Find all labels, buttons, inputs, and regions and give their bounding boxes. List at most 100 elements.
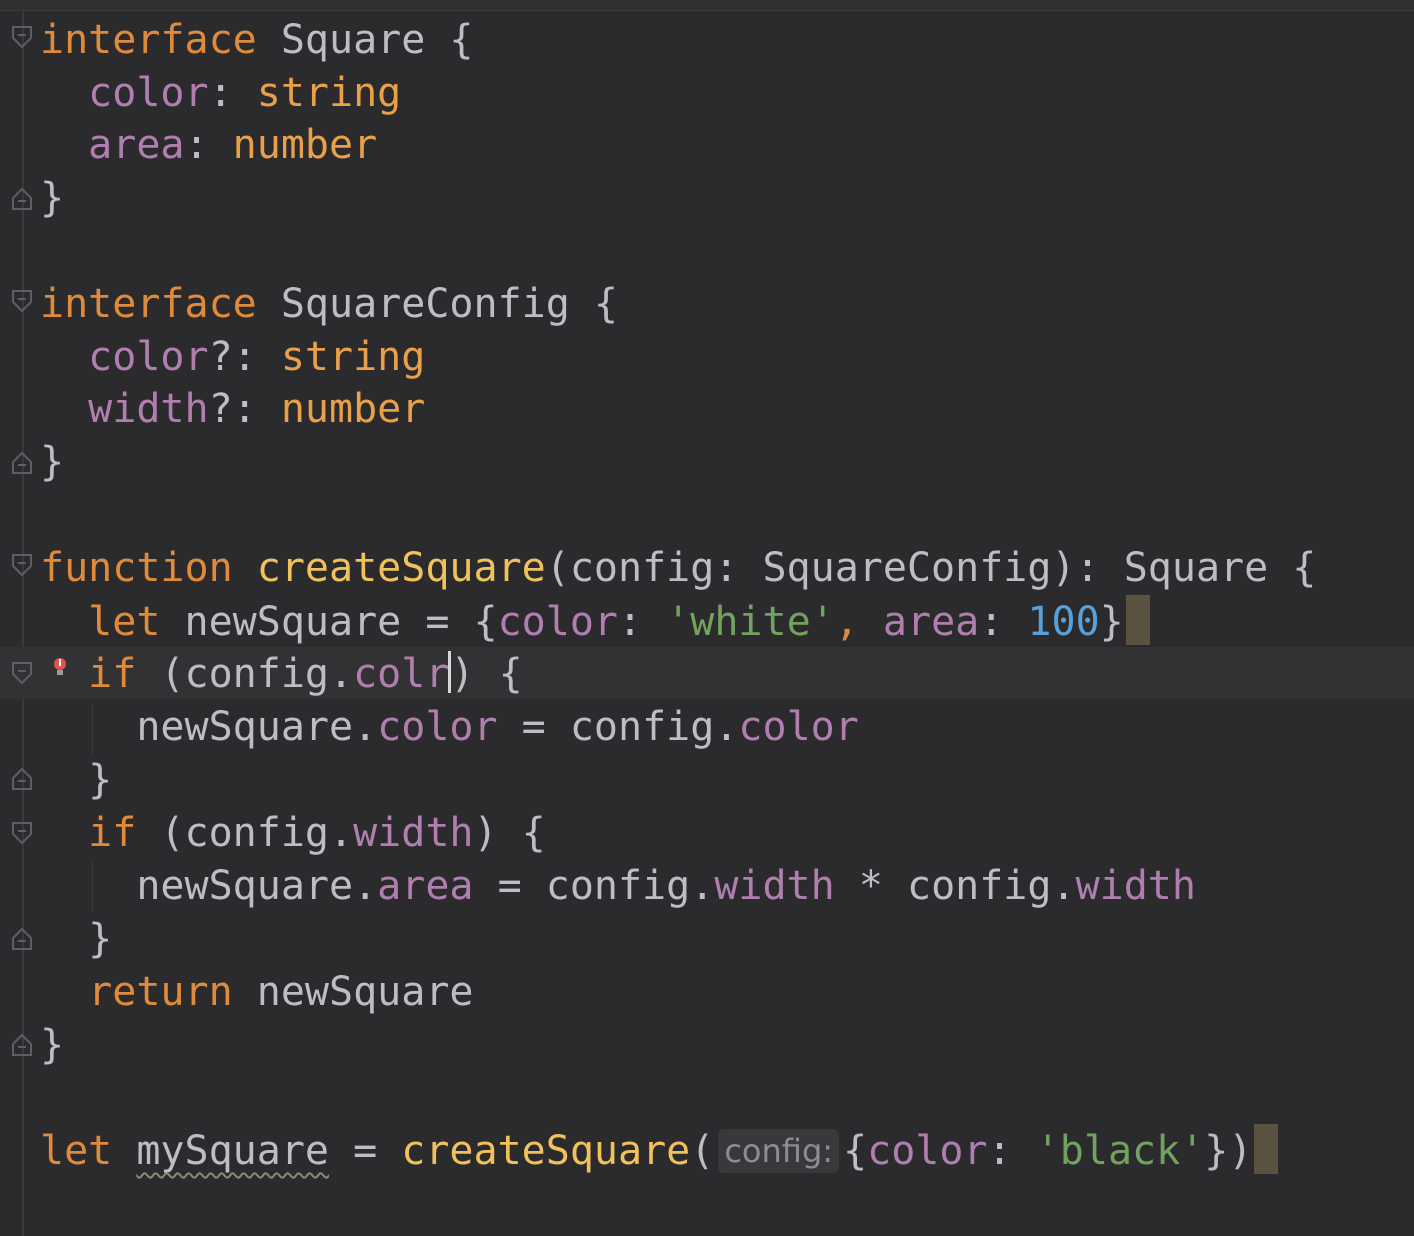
code-token: } — [40, 175, 65, 221]
code-line[interactable]: let newSquare = {color: 'white', area: 1… — [40, 595, 1150, 648]
code-token: 'white' — [666, 599, 835, 645]
code-line[interactable]: let mySquare = createSquare(config: {colo… — [40, 1124, 1279, 1177]
code-token: interface — [40, 281, 257, 327]
code-token: : — [208, 70, 257, 116]
code-token: color — [867, 1128, 988, 1174]
code-line[interactable]: } — [40, 172, 64, 225]
code-token: width — [88, 386, 209, 432]
code-token: createSquare — [256, 545, 546, 591]
code-token: } — [40, 757, 113, 803]
code-line[interactable]: if (config.width) { — [40, 807, 546, 860]
code-line[interactable]: color: string — [40, 67, 401, 120]
code-token: SquareConfig { — [256, 281, 618, 327]
code-token: area — [88, 122, 185, 168]
code-token: }) — [1204, 1128, 1253, 1174]
code-token: ) { — [473, 810, 546, 856]
code-line[interactable]: newSquare.color = config.color — [40, 701, 859, 754]
fold-icon[interactable] — [10, 660, 34, 686]
parameter-hint: config: — [718, 1129, 840, 1173]
code-token: mySquare — [136, 1128, 329, 1174]
code-line[interactable]: color?: string — [40, 331, 425, 384]
code-token: * config. — [834, 863, 1076, 909]
fold-icon[interactable] — [10, 450, 34, 476]
code-line[interactable]: } — [40, 1019, 64, 1072]
code-token: } — [1099, 599, 1124, 645]
code-token: } — [40, 916, 113, 962]
code-token: ( — [690, 1128, 715, 1174]
fold-icon[interactable] — [10, 820, 34, 846]
code-token: } — [40, 439, 65, 485]
code-token: ) { — [450, 651, 523, 697]
code-token: colr — [353, 651, 450, 697]
code-token: ?: — [208, 334, 281, 380]
code-editor[interactable]: interface Square { color: string area: n… — [0, 0, 1414, 1236]
code-line[interactable]: if (config.colr) { — [40, 648, 523, 701]
code-token: newSquare = { — [160, 599, 498, 645]
code-token: area — [377, 863, 474, 909]
code-token: if — [88, 810, 137, 856]
fold-icon[interactable] — [10, 288, 34, 314]
code-token: width — [1075, 863, 1196, 909]
code-token: interface — [40, 17, 257, 63]
fold-icon[interactable] — [10, 1032, 34, 1058]
code-token: { — [843, 1128, 868, 1174]
code-token: newSquare. — [40, 704, 378, 750]
code-token: function — [40, 545, 233, 591]
code-token: newSquare. — [40, 863, 378, 909]
code-token: color — [88, 70, 209, 116]
code-token: 100 — [1027, 599, 1100, 645]
fold-icon[interactable] — [10, 926, 34, 952]
code-token: newSquare — [232, 969, 474, 1015]
code-token: string — [256, 70, 402, 116]
code-token: = config. — [473, 863, 715, 909]
code-line[interactable]: width?: number — [40, 383, 425, 436]
code-line[interactable]: } — [40, 754, 112, 807]
code-line[interactable]: area: number — [40, 119, 377, 172]
code-token: color — [738, 704, 859, 750]
code-token: width — [353, 810, 474, 856]
fold-icon[interactable] — [10, 186, 34, 212]
code-token: ?: — [208, 386, 281, 432]
editor-top-edge — [0, 0, 1414, 11]
code-token: if — [88, 651, 137, 697]
code-token: (config: SquareConfig): Square { — [545, 545, 1317, 591]
code-line[interactable]: newSquare.area = config.width * config.w… — [40, 860, 1196, 913]
fold-icon[interactable] — [10, 24, 34, 50]
code-line[interactable]: function createSquare(config: SquareConf… — [40, 542, 1316, 595]
code-token: } — [40, 1022, 65, 1068]
code-token: createSquare — [401, 1128, 691, 1174]
code-token: color — [88, 334, 209, 380]
code-token: (config. — [136, 810, 354, 856]
code-line[interactable]: interface SquareConfig { — [40, 278, 618, 331]
code-token: : — [618, 599, 667, 645]
code-token: let — [40, 1128, 113, 1174]
code-line[interactable]: return newSquare — [40, 966, 474, 1019]
code-token: (config. — [136, 651, 354, 697]
code-token: number — [280, 386, 426, 432]
code-token: number — [232, 122, 378, 168]
code-token: : — [987, 1128, 1036, 1174]
fold-icon[interactable] — [10, 766, 34, 792]
code-token: area — [882, 599, 980, 645]
code-line[interactable]: } — [40, 436, 64, 489]
code-token: Square { — [256, 17, 474, 63]
cursor-block — [1125, 595, 1150, 645]
code-token: width — [714, 863, 835, 909]
code-token: color — [497, 599, 618, 645]
code-token: color — [377, 704, 498, 750]
cursor-block — [1254, 1124, 1279, 1174]
code-token: let — [88, 599, 161, 645]
code-token: return — [88, 969, 233, 1015]
code-line[interactable]: } — [40, 913, 112, 966]
code-line[interactable]: interface Square { — [40, 14, 474, 67]
fold-icon[interactable] — [10, 552, 34, 578]
